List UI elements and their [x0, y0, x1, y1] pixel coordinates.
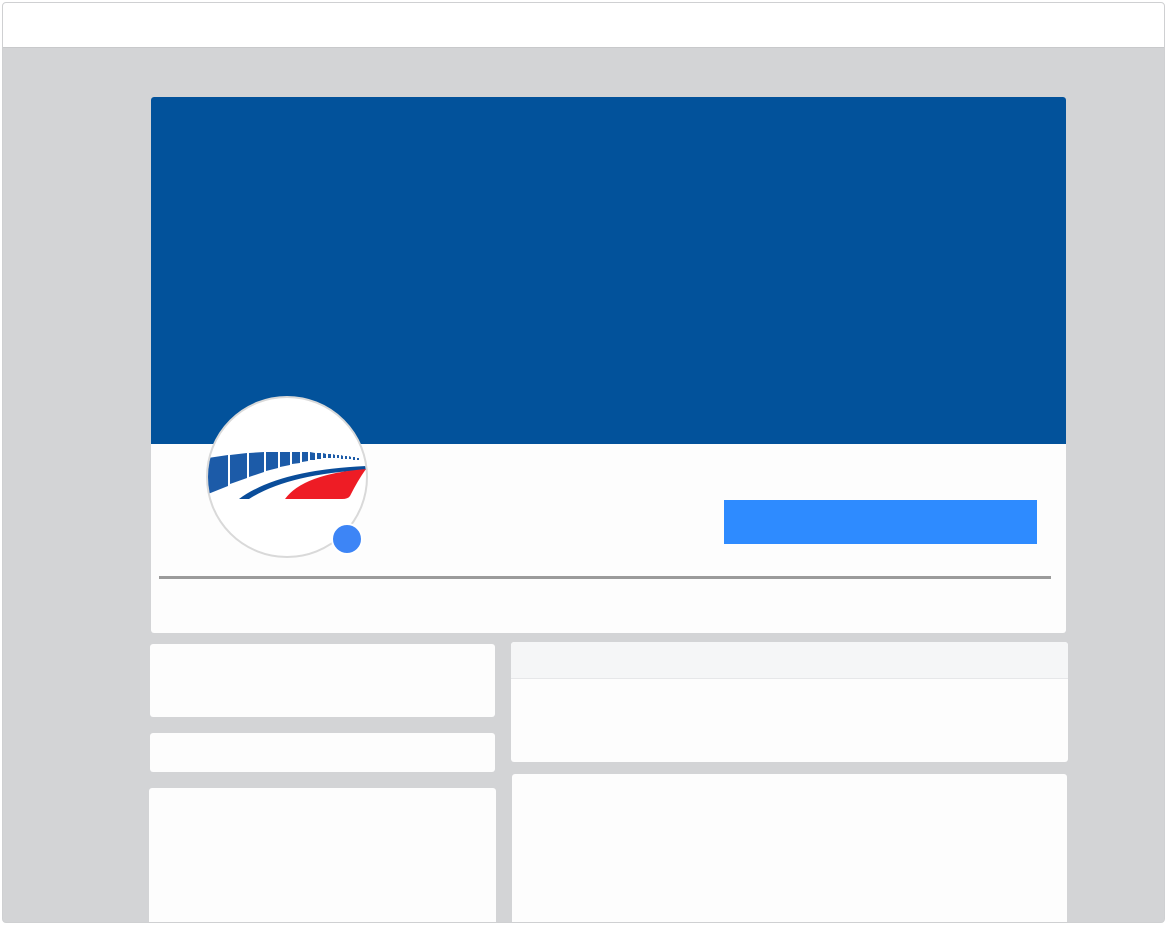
header-divider [159, 576, 1051, 579]
create-post-header[interactable] [511, 642, 1068, 679]
cover-photo[interactable] [151, 97, 1066, 444]
primary-action-button[interactable] [724, 500, 1037, 544]
top-navigation-bar [3, 3, 1164, 48]
info-panel [150, 733, 495, 772]
browser-frame [2, 2, 1165, 923]
online-status-icon [331, 523, 363, 555]
profile-header-card [151, 97, 1066, 633]
photos-panel [149, 788, 496, 922]
feed-post-panel [512, 774, 1067, 922]
create-post-panel [511, 642, 1068, 762]
intro-panel [150, 644, 495, 717]
